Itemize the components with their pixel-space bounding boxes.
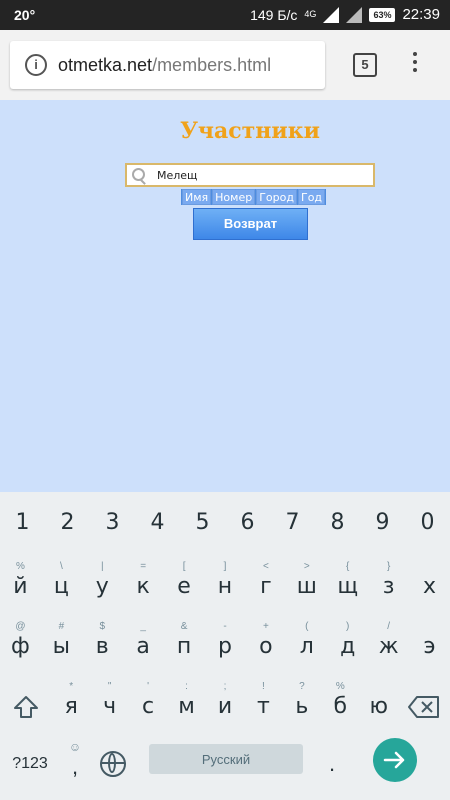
key-4[interactable]: 4: [135, 510, 180, 535]
key-ф[interactable]: @ ф: [0, 621, 41, 659]
key-6[interactable]: 6: [225, 510, 270, 535]
key-н[interactable]: ] н: [205, 561, 246, 599]
key-м[interactable]: :м: [167, 681, 205, 725]
url-path: /members.html: [152, 55, 272, 75]
sort-by-city-button[interactable]: Город: [256, 189, 297, 205]
address-bar[interactable]: i otmetka.net/members.html: [10, 41, 325, 89]
shift-key[interactable]: [0, 694, 52, 725]
key-х[interactable]: х: [409, 574, 450, 599]
key-7[interactable]: 7: [270, 510, 315, 535]
key-з[interactable]: } з: [368, 561, 409, 599]
back-button[interactable]: Возврат: [193, 208, 308, 240]
keyboard-bottom-row: ?123 ☺ , Русский .: [0, 738, 450, 784]
key-р[interactable]: -р: [205, 621, 246, 659]
backspace-icon: [407, 696, 439, 718]
overflow-menu-icon[interactable]: [410, 52, 420, 78]
keyboard-row-2: @ ф # ы $ в _ а & п -р + о (л ) д / ж э: [0, 621, 450, 659]
browser-toolbar: i otmetka.net/members.html 5: [0, 30, 450, 101]
period-key[interactable]: .: [317, 744, 347, 784]
key-ь[interactable]: ? ь: [283, 681, 321, 725]
sort-buttons: Имя Номер Город Год: [181, 189, 327, 205]
key-3[interactable]: 3: [90, 510, 135, 535]
key-т[interactable]: ! т: [244, 681, 282, 725]
tab-switcher-button[interactable]: 5: [353, 53, 377, 77]
on-screen-keyboard: 1 2 3 4 5 6 7 8 9 0 % й \ ц | у = к [е ] н < г…: [0, 492, 450, 800]
page-title: Участники: [180, 118, 320, 144]
arrow-right-icon: [383, 751, 405, 769]
key-л[interactable]: (л: [286, 621, 327, 659]
key-ш[interactable]: > ш: [286, 561, 327, 599]
backspace-key[interactable]: [398, 694, 450, 725]
signal-secondary-icon: [346, 6, 363, 23]
key-й[interactable]: % й: [0, 561, 41, 599]
shift-icon: [14, 696, 38, 718]
globe-icon: [99, 751, 126, 777]
key-9[interactable]: 9: [360, 510, 405, 535]
info-icon[interactable]: i: [25, 54, 47, 76]
key-8[interactable]: 8: [315, 510, 360, 535]
keyboard-row-3: * я " ч ' с :м ; и ! т ? ь % б ю: [0, 681, 450, 725]
comma-label: ,: [71, 754, 79, 779]
key-ц[interactable]: \ ц: [41, 561, 82, 599]
key-я[interactable]: * я: [52, 681, 90, 725]
key-1[interactable]: 1: [0, 510, 45, 535]
url-host: otmetka.net: [58, 55, 153, 75]
key-у[interactable]: | у: [82, 561, 123, 599]
key-е[interactable]: [е: [164, 561, 205, 599]
key-ы[interactable]: # ы: [41, 621, 82, 659]
key-ч[interactable]: " ч: [90, 681, 128, 725]
status-bar: 20° 149 Б/с 4G 63% 22:39: [0, 0, 450, 30]
key-а[interactable]: _ а: [123, 621, 164, 659]
network-speed: 149 Б/с: [250, 6, 298, 23]
search-icon: [132, 168, 145, 181]
battery-icon: 63%: [369, 7, 396, 22]
language-switch-key[interactable]: [90, 744, 135, 784]
sort-by-year-button[interactable]: Год: [297, 189, 326, 205]
key-к[interactable]: = к: [123, 561, 164, 599]
key-о[interactable]: + о: [245, 621, 286, 659]
url-text[interactable]: otmetka.net/members.html: [58, 55, 271, 76]
key-б[interactable]: % б: [321, 681, 359, 725]
symbols-key[interactable]: ?123: [0, 744, 60, 784]
key-с[interactable]: ' с: [129, 681, 167, 725]
key-г[interactable]: < г: [245, 561, 286, 599]
key-0[interactable]: 0: [405, 510, 450, 535]
temperature-indicator: 20°: [14, 7, 36, 23]
space-key[interactable]: Русский: [149, 744, 303, 774]
sort-by-name-button[interactable]: Имя: [182, 189, 212, 205]
enter-key[interactable]: [373, 738, 417, 782]
network-type: 4G: [304, 9, 317, 19]
key-2[interactable]: 2: [45, 510, 90, 535]
key-5[interactable]: 5: [180, 510, 225, 535]
search-input[interactable]: [157, 167, 357, 183]
keyboard-row-1: % й \ ц | у = к [е ] н < г > ш {щ } з х: [0, 561, 450, 599]
sort-by-number-button[interactable]: Номер: [212, 189, 256, 205]
key-ж[interactable]: / ж: [368, 621, 409, 659]
key-в[interactable]: $ в: [82, 621, 123, 659]
key-ю[interactable]: ю: [360, 694, 398, 725]
key-д[interactable]: ) д: [327, 621, 368, 659]
key-щ[interactable]: {щ: [327, 561, 368, 599]
signal-icon: [323, 6, 340, 23]
clock: 22:39: [402, 6, 440, 23]
comma-emoji-key[interactable]: ☺ ,: [60, 740, 90, 784]
key-п[interactable]: & п: [164, 621, 205, 659]
key-и[interactable]: ; и: [206, 681, 244, 725]
keyboard-number-row: 1 2 3 4 5 6 7 8 9 0: [0, 510, 450, 535]
page-content: Участники Имя Номер Город Год Возврат: [0, 100, 450, 492]
search-box[interactable]: [125, 163, 375, 187]
key-э[interactable]: э: [409, 634, 450, 659]
emoji-icon: ☺: [68, 740, 82, 754]
